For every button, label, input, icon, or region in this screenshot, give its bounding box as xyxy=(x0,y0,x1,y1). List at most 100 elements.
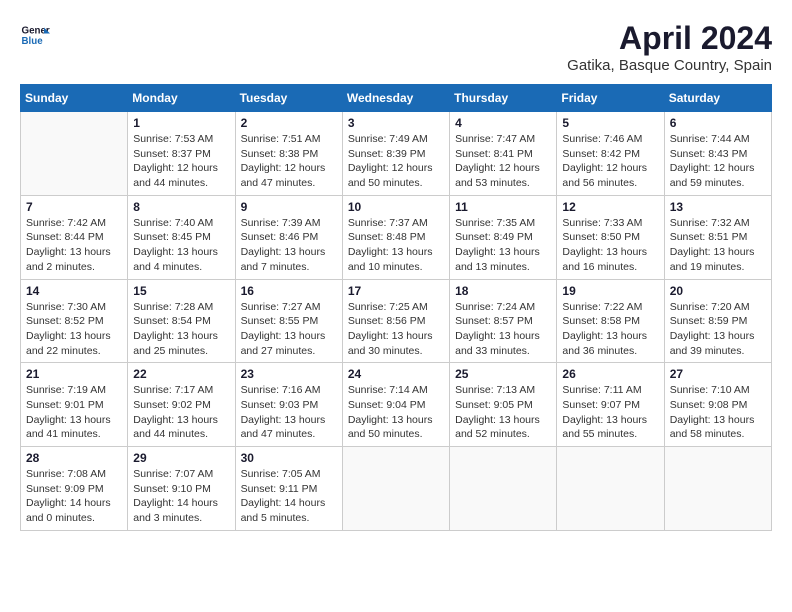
day-info: Sunrise: 7:44 AMSunset: 8:43 PMDaylight:… xyxy=(670,132,766,191)
day-info: Sunrise: 7:28 AMSunset: 8:54 PMDaylight:… xyxy=(133,300,229,359)
calendar-cell: 25 Sunrise: 7:13 AMSunset: 9:05 PMDayligh… xyxy=(450,363,557,447)
calendar-cell: 4 Sunrise: 7:47 AMSunset: 8:41 PMDaylight… xyxy=(450,112,557,196)
calendar-cell: 19 Sunrise: 7:22 AMSunset: 8:58 PMDayligh… xyxy=(557,279,664,363)
day-info: Sunrise: 7:08 AMSunset: 9:09 PMDaylight:… xyxy=(26,467,122,526)
day-info: Sunrise: 7:16 AMSunset: 9:03 PMDaylight:… xyxy=(241,383,337,442)
calendar-cell: 6 Sunrise: 7:44 AMSunset: 8:43 PMDaylight… xyxy=(664,112,771,196)
day-info: Sunrise: 7:39 AMSunset: 8:46 PMDaylight:… xyxy=(241,216,337,275)
day-number: 19 xyxy=(562,284,658,298)
day-number: 26 xyxy=(562,367,658,381)
calendar-cell: 13 Sunrise: 7:32 AMSunset: 8:51 PMDayligh… xyxy=(664,195,771,279)
day-info: Sunrise: 7:30 AMSunset: 8:52 PMDaylight:… xyxy=(26,300,122,359)
calendar-cell: 30 Sunrise: 7:05 AMSunset: 9:11 PMDayligh… xyxy=(235,447,342,531)
day-number: 22 xyxy=(133,367,229,381)
day-info: Sunrise: 7:27 AMSunset: 8:55 PMDaylight:… xyxy=(241,300,337,359)
calendar-cell xyxy=(342,447,449,531)
day-number: 8 xyxy=(133,200,229,214)
day-info: Sunrise: 7:22 AMSunset: 8:58 PMDaylight:… xyxy=(562,300,658,359)
day-info: Sunrise: 7:05 AMSunset: 9:11 PMDaylight:… xyxy=(241,467,337,526)
day-info: Sunrise: 7:13 AMSunset: 9:05 PMDaylight:… xyxy=(455,383,551,442)
day-number: 7 xyxy=(26,200,122,214)
calendar-cell: 27 Sunrise: 7:10 AMSunset: 9:08 PMDayligh… xyxy=(664,363,771,447)
day-number: 2 xyxy=(241,116,337,130)
logo-icon: General Blue xyxy=(20,20,50,50)
calendar-cell: 17 Sunrise: 7:25 AMSunset: 8:56 PMDayligh… xyxy=(342,279,449,363)
day-info: Sunrise: 7:53 AMSunset: 8:37 PMDaylight:… xyxy=(133,132,229,191)
calendar-cell xyxy=(664,447,771,531)
calendar-cell: 16 Sunrise: 7:27 AMSunset: 8:55 PMDayligh… xyxy=(235,279,342,363)
day-number: 27 xyxy=(670,367,766,381)
calendar-cell: 14 Sunrise: 7:30 AMSunset: 8:52 PMDayligh… xyxy=(21,279,128,363)
day-number: 11 xyxy=(455,200,551,214)
calendar-cell: 3Sunrise: 7:49 AMSunset: 8:39 PMDaylight… xyxy=(342,112,449,196)
day-number: 18 xyxy=(455,284,551,298)
calendar-cell: 29Sunrise: 7:07 AMSunset: 9:10 PMDayligh… xyxy=(128,447,235,531)
day-info: Sunrise: 7:42 AMSunset: 8:44 PMDaylight:… xyxy=(26,216,122,275)
day-info: Sunrise: 7:46 AMSunset: 8:42 PMDaylight:… xyxy=(562,132,658,191)
day-info: Sunrise: 7:20 AMSunset: 8:59 PMDaylight:… xyxy=(670,300,766,359)
main-title: April 2024 xyxy=(567,20,772,57)
day-info: Sunrise: 7:49 AMSunset: 8:39 PMDaylight:… xyxy=(348,132,444,191)
day-number: 4 xyxy=(455,116,551,130)
day-number: 14 xyxy=(26,284,122,298)
title-block: April 2024 Gatika, Basque Country, Spain xyxy=(567,20,772,74)
calendar-header-row: SundayMondayTuesdayWednesdayThursdayFrid… xyxy=(21,85,772,112)
day-info: Sunrise: 7:37 AMSunset: 8:48 PMDaylight:… xyxy=(348,216,444,275)
day-number: 23 xyxy=(241,367,337,381)
day-number: 25 xyxy=(455,367,551,381)
day-number: 16 xyxy=(241,284,337,298)
calendar-table: SundayMondayTuesdayWednesdayThursdayFrid… xyxy=(20,84,772,531)
calendar-cell: 9Sunrise: 7:39 AMSunset: 8:46 PMDaylight… xyxy=(235,195,342,279)
day-info: Sunrise: 7:17 AMSunset: 9:02 PMDaylight:… xyxy=(133,383,229,442)
day-header-tuesday: Tuesday xyxy=(235,85,342,112)
day-info: Sunrise: 7:51 AMSunset: 8:38 PMDaylight:… xyxy=(241,132,337,191)
page-header: General Blue April 2024 Gatika, Basque C… xyxy=(20,20,772,74)
day-number: 29 xyxy=(133,451,229,465)
calendar-cell: 26Sunrise: 7:11 AMSunset: 9:07 PMDayligh… xyxy=(557,363,664,447)
subtitle: Gatika, Basque Country, Spain xyxy=(567,57,772,74)
day-number: 30 xyxy=(241,451,337,465)
calendar-week-5: 28 Sunrise: 7:08 AMSunset: 9:09 PMDayligh… xyxy=(21,447,772,531)
calendar-week-2: 7 Sunrise: 7:42 AMSunset: 8:44 PMDaylight… xyxy=(21,195,772,279)
calendar-cell: 12Sunrise: 7:33 AMSunset: 8:50 PMDayligh… xyxy=(557,195,664,279)
day-number: 20 xyxy=(670,284,766,298)
day-header-friday: Friday xyxy=(557,85,664,112)
calendar-cell: 1Sunrise: 7:53 AMSunset: 8:37 PMDaylight… xyxy=(128,112,235,196)
day-header-sunday: Sunday xyxy=(21,85,128,112)
day-info: Sunrise: 7:33 AMSunset: 8:50 PMDaylight:… xyxy=(562,216,658,275)
day-info: Sunrise: 7:25 AMSunset: 8:56 PMDaylight:… xyxy=(348,300,444,359)
day-info: Sunrise: 7:40 AMSunset: 8:45 PMDaylight:… xyxy=(133,216,229,275)
day-info: Sunrise: 7:24 AMSunset: 8:57 PMDaylight:… xyxy=(455,300,551,359)
day-number: 6 xyxy=(670,116,766,130)
calendar-cell: 2 Sunrise: 7:51 AMSunset: 8:38 PMDaylight… xyxy=(235,112,342,196)
day-number: 15 xyxy=(133,284,229,298)
calendar-cell xyxy=(450,447,557,531)
calendar-cell: 22 Sunrise: 7:17 AMSunset: 9:02 PMDayligh… xyxy=(128,363,235,447)
logo: General Blue xyxy=(20,20,50,50)
calendar-cell: 11 Sunrise: 7:35 AMSunset: 8:49 PMDayligh… xyxy=(450,195,557,279)
day-number: 21 xyxy=(26,367,122,381)
calendar-cell: 10 Sunrise: 7:37 AMSunset: 8:48 PMDayligh… xyxy=(342,195,449,279)
calendar-week-3: 14 Sunrise: 7:30 AMSunset: 8:52 PMDayligh… xyxy=(21,279,772,363)
day-info: Sunrise: 7:35 AMSunset: 8:49 PMDaylight:… xyxy=(455,216,551,275)
day-number: 17 xyxy=(348,284,444,298)
day-number: 28 xyxy=(26,451,122,465)
day-number: 5 xyxy=(562,116,658,130)
day-info: Sunrise: 7:47 AMSunset: 8:41 PMDaylight:… xyxy=(455,132,551,191)
day-info: Sunrise: 7:32 AMSunset: 8:51 PMDaylight:… xyxy=(670,216,766,275)
day-header-wednesday: Wednesday xyxy=(342,85,449,112)
calendar-cell: 28 Sunrise: 7:08 AMSunset: 9:09 PMDayligh… xyxy=(21,447,128,531)
calendar-cell: 15 Sunrise: 7:28 AMSunset: 8:54 PMDayligh… xyxy=(128,279,235,363)
calendar-cell: 18 Sunrise: 7:24 AMSunset: 8:57 PMDayligh… xyxy=(450,279,557,363)
day-info: Sunrise: 7:10 AMSunset: 9:08 PMDaylight:… xyxy=(670,383,766,442)
calendar-week-4: 21Sunrise: 7:19 AMSunset: 9:01 PMDayligh… xyxy=(21,363,772,447)
calendar-week-1: 1Sunrise: 7:53 AMSunset: 8:37 PMDaylight… xyxy=(21,112,772,196)
day-info: Sunrise: 7:14 AMSunset: 9:04 PMDaylight:… xyxy=(348,383,444,442)
day-number: 10 xyxy=(348,200,444,214)
day-header-saturday: Saturday xyxy=(664,85,771,112)
calendar-cell: 23 Sunrise: 7:16 AMSunset: 9:03 PMDayligh… xyxy=(235,363,342,447)
day-header-thursday: Thursday xyxy=(450,85,557,112)
calendar-cell: 7 Sunrise: 7:42 AMSunset: 8:44 PMDaylight… xyxy=(21,195,128,279)
calendar-cell xyxy=(557,447,664,531)
day-number: 13 xyxy=(670,200,766,214)
